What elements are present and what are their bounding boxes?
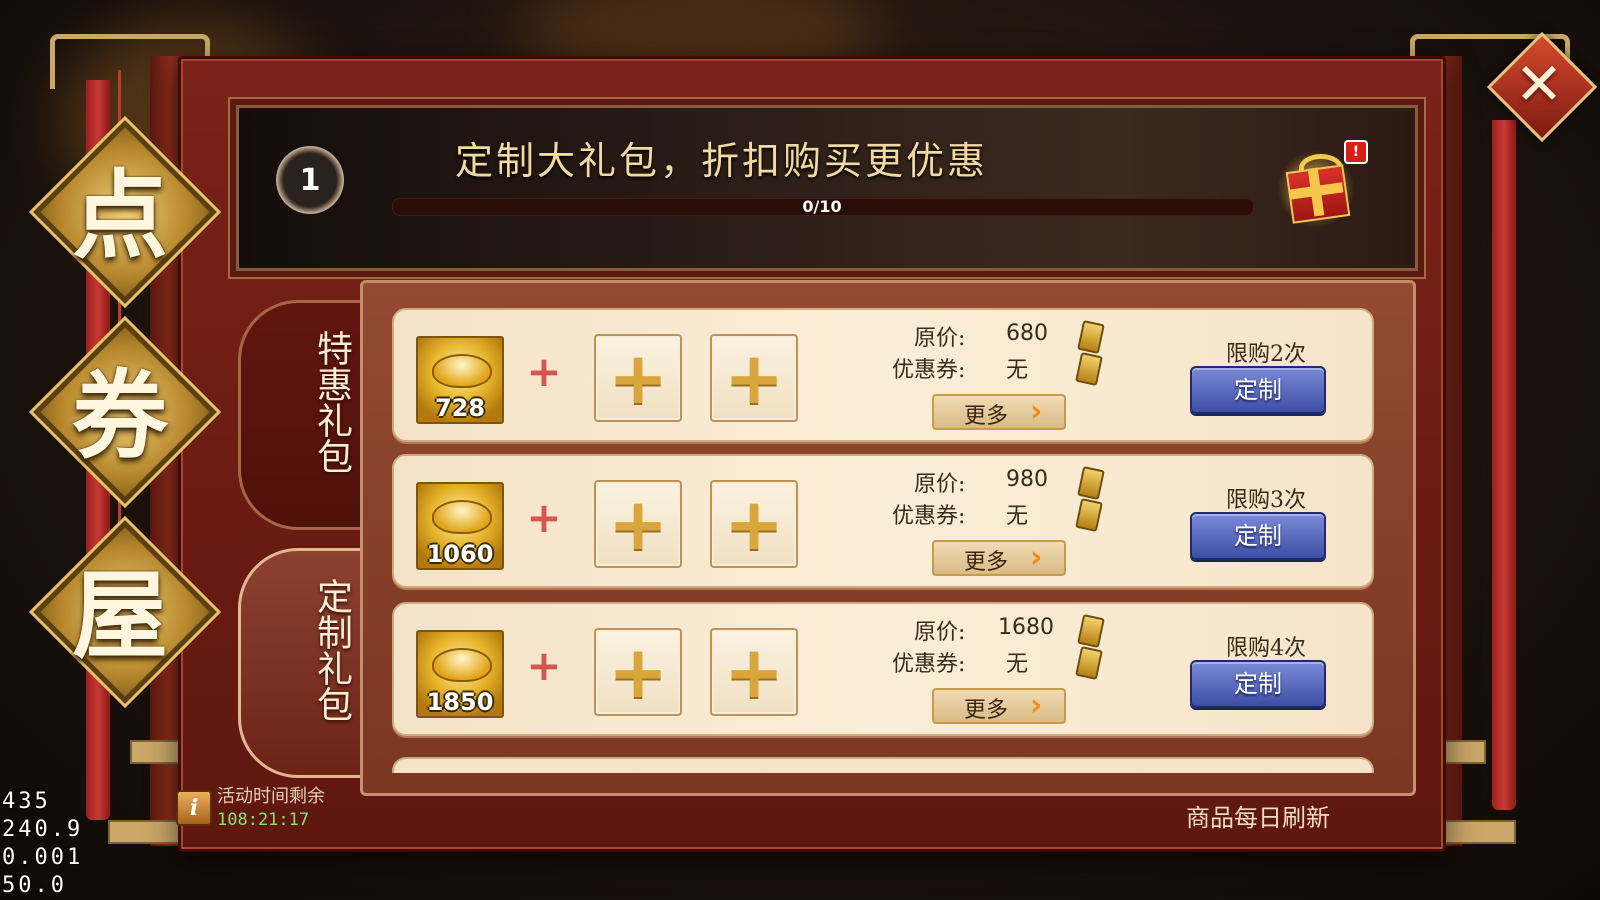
coupon-icon: [1075, 646, 1103, 680]
debug-line: 240.9: [2, 817, 84, 842]
more-button[interactable]: 更多 ›: [932, 394, 1066, 430]
ingot-amount: 1060: [426, 540, 494, 568]
original-price-value: 1680: [998, 615, 1054, 640]
title-diamond: 点: [33, 120, 217, 304]
info-icon[interactable]: i: [176, 790, 212, 826]
purchase-limit: 限购4次: [1226, 636, 1306, 661]
customize-button[interactable]: 定制: [1190, 366, 1326, 414]
coupon-value: 无: [1006, 504, 1029, 529]
gift-box-icon[interactable]: [1277, 150, 1355, 228]
plus-icon: +: [607, 482, 669, 566]
debug-line: 50.0: [2, 873, 67, 898]
add-item-slot[interactable]: +: [710, 628, 798, 716]
tab-special-offer-label: 特惠礼包: [311, 330, 352, 474]
plus-icon: +: [526, 493, 562, 542]
coupon-value: 无: [1006, 358, 1029, 383]
title-diamond: 券: [33, 320, 217, 504]
gold-ingot-icon[interactable]: 1060: [416, 482, 504, 570]
level-number: 1: [299, 162, 321, 198]
package-row: 1060 + + + 原价: 980 优惠券: 无 更多 › 限购3次 定制: [392, 454, 1374, 588]
plus-icon: +: [526, 347, 562, 396]
more-button-label: 更多: [964, 404, 1009, 429]
gold-ingot-icon[interactable]: 728: [416, 336, 504, 424]
debug-line: 435: [2, 789, 51, 814]
coupon-label: 优惠券:: [892, 358, 966, 383]
banner-title: 定制大礼包，折扣购买更优惠: [455, 139, 989, 183]
purchase-limit: 限购2次: [1226, 342, 1306, 367]
package-row-partial: [392, 757, 1374, 773]
chevron-right-icon: ›: [1030, 688, 1043, 723]
plus-icon: +: [723, 630, 785, 714]
add-item-slot[interactable]: +: [710, 480, 798, 568]
tab-custom-package-label: 定制礼包: [311, 578, 352, 722]
purchase-limit: 限购3次: [1226, 488, 1306, 513]
more-button[interactable]: 更多 ›: [932, 540, 1066, 576]
add-item-slot[interactable]: +: [594, 628, 682, 716]
right-curtain: [1492, 120, 1516, 810]
ingot-amount: 728: [434, 394, 486, 422]
timer-label: 活动时间剩余: [217, 786, 325, 807]
ingot-shape: [432, 648, 492, 682]
debug-line: 0.001: [2, 845, 84, 870]
timer-value: 108:21:17: [217, 810, 310, 830]
coupon-icon: [1077, 614, 1105, 648]
ingot-shape: [432, 500, 492, 534]
add-item-slot[interactable]: +: [594, 334, 682, 422]
coupon-icon: [1077, 466, 1105, 500]
original-price-value: 680: [1006, 321, 1048, 346]
package-row: 1850 + + + 原价: 1680 优惠券: 无 更多 › 限购4次 定制: [392, 602, 1374, 736]
ingot-shape: [432, 354, 492, 388]
add-item-slot[interactable]: +: [594, 480, 682, 568]
coupon-icon: [1075, 498, 1103, 532]
coupon-label: 优惠券:: [892, 652, 966, 677]
coupon-icon: [1075, 352, 1103, 386]
plus-icon: +: [723, 482, 785, 566]
plus-icon: +: [607, 336, 669, 420]
chevron-right-icon: ›: [1030, 540, 1043, 575]
title-char: 点: [72, 158, 168, 272]
add-item-slot[interactable]: +: [710, 334, 798, 422]
customize-button[interactable]: 定制: [1190, 512, 1326, 560]
plus-icon: +: [607, 630, 669, 714]
more-button[interactable]: 更多 ›: [932, 688, 1066, 724]
original-price-label: 原价:: [914, 472, 966, 497]
original-price-label: 原价:: [914, 620, 966, 645]
title-diamond: 屋: [33, 520, 217, 704]
title-char: 券: [72, 358, 168, 472]
title-char: 屋: [72, 558, 168, 672]
original-price-label: 原价:: [914, 326, 966, 351]
coupon-label: 优惠券:: [892, 504, 966, 529]
coupon-icon: [1077, 320, 1105, 354]
notification-badge: !: [1344, 140, 1368, 164]
original-price-value: 980: [1006, 467, 1048, 492]
progress-text: 0/10: [802, 197, 842, 216]
coupon-value: 无: [1006, 652, 1029, 677]
chevron-right-icon: ›: [1030, 394, 1043, 429]
gold-ingot-icon[interactable]: 1850: [416, 630, 504, 718]
plus-icon: +: [723, 336, 785, 420]
level-badge: 1: [276, 146, 344, 214]
ingot-amount: 1850: [426, 688, 494, 716]
customize-button[interactable]: 定制: [1190, 660, 1326, 708]
refresh-note: 商品每日刷新: [1186, 804, 1330, 832]
package-row: 728 + + + 原价: 680 优惠券: 无 更多 › 限购2次 定制: [392, 308, 1374, 442]
plus-icon: +: [526, 641, 562, 690]
more-button-label: 更多: [964, 550, 1009, 575]
debug-stats: 435 240.9 0.001 50.0: [2, 788, 83, 900]
more-button-label: 更多: [964, 698, 1009, 723]
